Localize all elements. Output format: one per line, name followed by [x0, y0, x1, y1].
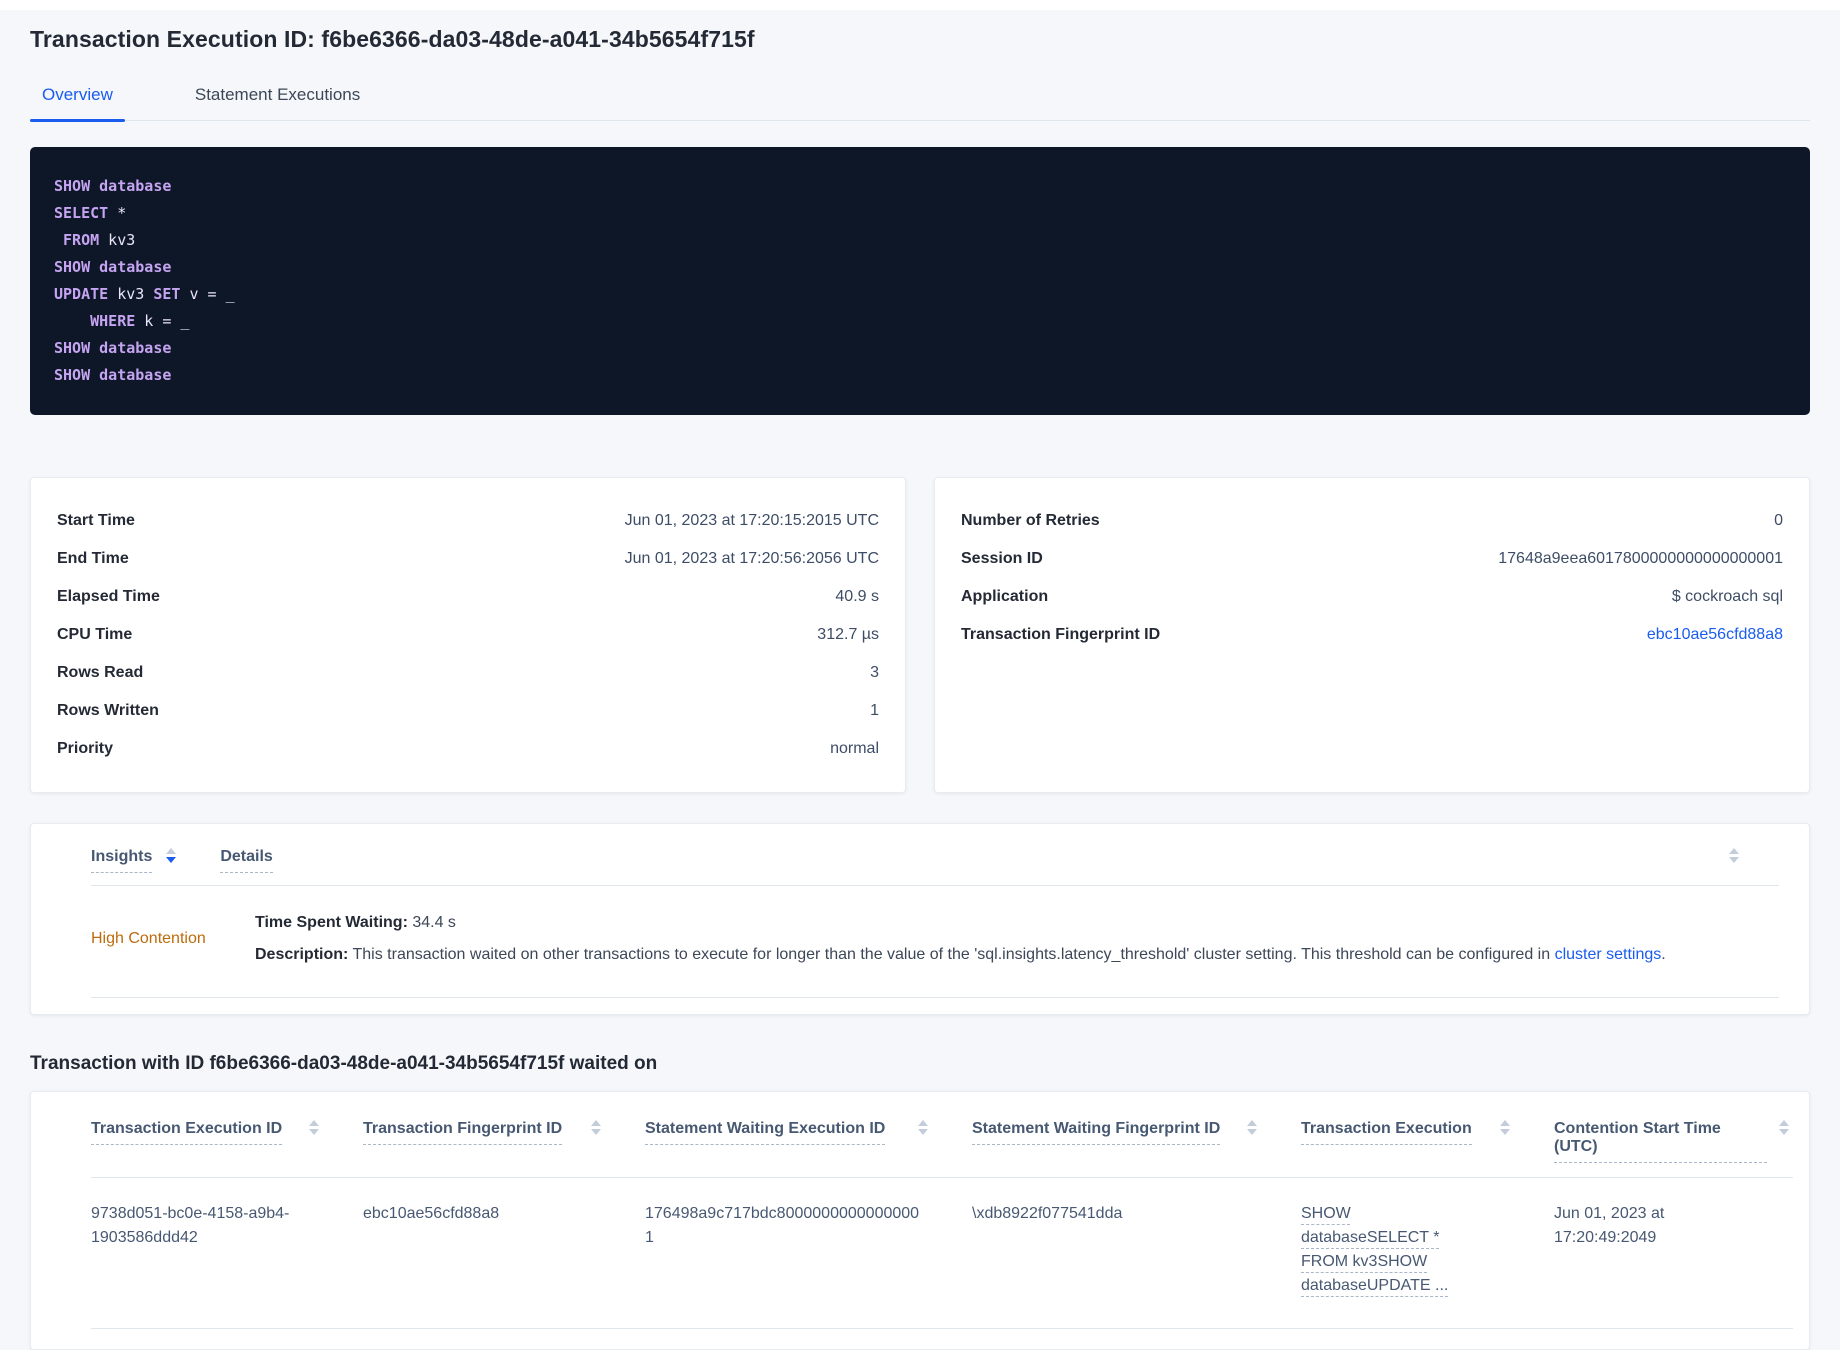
sql-line: SHOW database: [54, 366, 172, 384]
tabbar: Overview Statement Executions: [30, 85, 1810, 122]
sort-icon[interactable]: [1500, 1119, 1510, 1135]
detail-label: Transaction Fingerprint ID: [961, 626, 1161, 643]
column-header-transaction-fingerprint-id[interactable]: Transaction Fingerprint ID: [363, 1119, 645, 1163]
top-strip: [0, 0, 1840, 10]
page-title: Transaction Execution ID: f6be6366-da03-…: [30, 26, 755, 52]
detail-label: Rows Written: [57, 702, 159, 719]
detail-row: Rows Written 1: [57, 692, 879, 730]
detail-row: CPU Time 312.7 µs: [57, 616, 879, 654]
sql-line: FROM kv3: [63, 231, 136, 249]
description-period: .: [1661, 946, 1666, 964]
detail-row: Rows Read 3: [57, 654, 879, 692]
sql-line: SHOW database: [54, 258, 172, 276]
time-spent-waiting-value: 34.4 s: [407, 914, 456, 931]
sql-line: SELECT *: [54, 204, 127, 222]
sort-icon-right[interactable]: [1729, 848, 1739, 863]
transaction-execution-link[interactable]: SHOW databaseSELECT * FROM kv3SHOW datab…: [1301, 1205, 1448, 1294]
time-spent-waiting-label: Time Spent Waiting:: [255, 914, 408, 931]
detail-value: 312.7 µs: [817, 626, 879, 643]
waited-table-header: Transaction Execution ID Transaction Fin…: [91, 1119, 1793, 1178]
detail-value: Jun 01, 2023 at 17:20:56:2056 UTC: [624, 550, 879, 567]
detail-label: End Time: [57, 550, 129, 567]
cell-transaction-execution-id: 9738d051-bc0e-4158-a9b4-1903586ddd42: [91, 1204, 290, 1246]
summary-cards: Start Time Jun 01, 2023 at 17:20:15:2015 …: [30, 477, 1810, 793]
cell-statement-waiting-execution-id: 176498a9c717bdc80000000000000001: [645, 1204, 920, 1246]
cell-contention-start-time: Jun 01, 2023 at 17:20:49:2049: [1554, 1204, 1665, 1246]
tab-statement-executions[interactable]: Statement Executions: [183, 85, 372, 120]
insights-column-header[interactable]: Insights: [91, 848, 153, 873]
waited-table-row: 9738d051-bc0e-4158-a9b4-1903586ddd42 ebc…: [91, 1178, 1793, 1329]
column-header-statement-waiting-execution-id[interactable]: Statement Waiting Execution ID: [645, 1119, 972, 1163]
detail-value: Jun 01, 2023 at 17:20:15:2015 UTC: [624, 512, 879, 529]
detail-row: Transaction Fingerprint ID ebc10ae56cfd88…: [961, 616, 1783, 654]
waited-on-table: Transaction Execution ID Transaction Fin…: [30, 1090, 1810, 1350]
detail-value: 17648a9eea6017800000000000000001: [1498, 550, 1783, 567]
sql-line: WHERE k = _: [90, 312, 190, 330]
cell-statement-waiting-fingerprint-id: \xdb8922f077541dda: [972, 1204, 1123, 1222]
detail-value: $ cockroach sql: [1671, 588, 1783, 605]
sql-line: SHOW database: [54, 339, 172, 357]
detail-row: Priority normal: [57, 730, 879, 768]
detail-value: 40.9 s: [835, 588, 879, 605]
detail-label: Elapsed Time: [57, 588, 160, 605]
column-header-transaction-execution[interactable]: Transaction Execution: [1301, 1119, 1554, 1163]
detail-label: Rows Read: [57, 664, 144, 681]
insights-table-header: Insights Details: [91, 848, 1779, 886]
detail-label: Start Time: [57, 512, 135, 529]
sort-icon-insights[interactable]: [166, 848, 177, 863]
details-column-header[interactable]: Details: [220, 848, 273, 873]
detail-row: Session ID 17648a9eea60178000000000000000…: [961, 540, 1783, 578]
column-header-transaction-execution-id[interactable]: Transaction Execution ID: [91, 1119, 363, 1163]
detail-label: Number of Retries: [961, 512, 1100, 529]
sort-icon[interactable]: [918, 1119, 928, 1135]
insight-details: Time Spent Waiting: 34.4 s Description: …: [255, 912, 1666, 967]
detail-label: Priority: [57, 740, 114, 757]
detail-row: Start Time Jun 01, 2023 at 17:20:15:2015 …: [57, 502, 879, 540]
detail-row: Elapsed Time 40.9 s: [57, 578, 879, 616]
insight-type-label: High Contention: [91, 930, 206, 948]
cell-transaction-fingerprint-id: ebc10ae56cfd88a8: [363, 1204, 500, 1222]
sql-line: SHOW database: [54, 177, 172, 195]
waited-on-heading: Transaction with ID f6be6366-da03-48de-a…: [30, 1052, 658, 1074]
sort-icon[interactable]: [591, 1119, 601, 1135]
detail-label: Application: [961, 588, 1049, 605]
sort-icon[interactable]: [1779, 1119, 1789, 1135]
sql-statement-box: SHOW database SELECT * FROM kv3 SHOW datab…: [30, 147, 1810, 415]
detail-row: Application $ cockroach sql: [961, 578, 1783, 616]
sql-line: UPDATE kv3 SET v = _: [54, 285, 235, 303]
transaction-times-card: Start Time Jun 01, 2023 at 17:20:15:2015 …: [30, 477, 906, 793]
detail-value: 1: [870, 702, 879, 719]
description-label: Description:: [255, 946, 349, 964]
cluster-settings-link[interactable]: cluster settings: [1555, 946, 1662, 963]
transaction-meta-card: Number of Retries 0 Session ID 17648a9eea60…: [934, 477, 1810, 793]
cell-transaction-execution: SHOW databaseSELECT * FROM kv3SHOW datab…: [1301, 1202, 1526, 1298]
insight-row: High Contention Time Spent Waiting: 34.4…: [91, 886, 1779, 998]
detail-label: CPU Time: [57, 626, 133, 643]
sort-icon[interactable]: [1247, 1119, 1257, 1135]
detail-row: Number of Retries 0: [961, 502, 1783, 540]
sort-icon[interactable]: [309, 1119, 319, 1135]
detail-row: End Time Jun 01, 2023 at 17:20:56:2056 UT…: [57, 540, 879, 578]
detail-value: 0: [1774, 512, 1783, 529]
tab-overview[interactable]: Overview: [30, 85, 125, 122]
insights-table: Insights Details High Contention Time Sp…: [30, 823, 1810, 1015]
detail-value: normal: [830, 740, 879, 757]
detail-value: 3: [870, 664, 879, 681]
column-header-contention-start-time[interactable]: Contention Start Time (UTC): [1554, 1119, 1793, 1163]
column-header-statement-waiting-fingerprint-id[interactable]: Statement Waiting Fingerprint ID: [972, 1119, 1301, 1163]
description-text: This transaction waited on other transac…: [348, 946, 1555, 964]
transaction-fingerprint-id-link[interactable]: ebc10ae56cfd88a8: [1647, 626, 1783, 644]
detail-label: Session ID: [961, 550, 1043, 567]
